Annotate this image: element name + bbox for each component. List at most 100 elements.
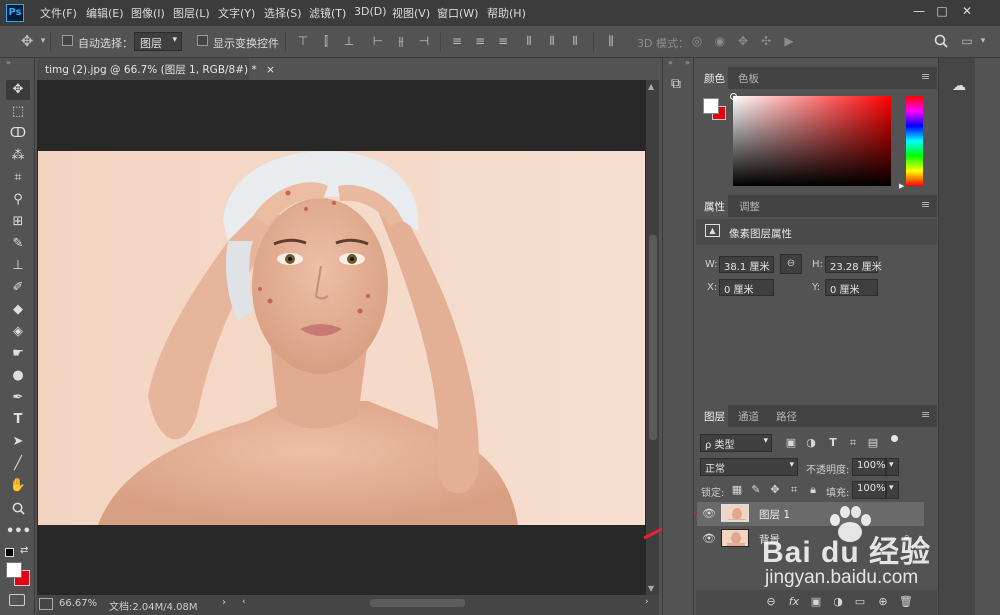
- maximize-button[interactable]: □: [931, 2, 953, 20]
- more-tools-icon[interactable]: •••: [6, 522, 31, 542]
- scroll-left-icon[interactable]: ‹: [242, 597, 246, 607]
- smudge-tool-icon[interactable]: ☛: [6, 344, 30, 364]
- history-brush-tool-icon[interactable]: ✐: [6, 278, 30, 298]
- menu-type[interactable]: 文字(Y): [218, 5, 255, 21]
- layer-row-selected[interactable]: 👁︎ 图层 1: [697, 502, 924, 526]
- tab-properties[interactable]: 属性: [704, 199, 725, 214]
- hand-tool-icon[interactable]: ✋: [6, 476, 30, 496]
- vertical-scroll-thumb[interactable]: [649, 235, 657, 440]
- chevron-down-icon[interactable]: ▾: [976, 34, 990, 48]
- picker-cursor[interactable]: [730, 93, 737, 100]
- link-icon[interactable]: ⊖: [780, 254, 802, 274]
- visibility-eye-icon[interactable]: 👁︎: [702, 507, 716, 521]
- fx-icon[interactable]: fx: [787, 595, 801, 609]
- expand-icon[interactable]: «: [668, 58, 673, 67]
- search-icon[interactable]: [934, 34, 948, 48]
- show-transform-checkbox[interactable]: [197, 35, 208, 46]
- align-left-icon[interactable]: ⊢: [371, 34, 385, 48]
- distribute-left-icon[interactable]: ⦀: [522, 34, 536, 48]
- adjustment-layer-icon[interactable]: ◑: [831, 595, 845, 609]
- type-tool-icon[interactable]: T: [6, 410, 30, 430]
- panel-menu-icon[interactable]: ≡: [921, 199, 933, 211]
- link-layers-icon[interactable]: ⊖: [764, 595, 778, 609]
- marquee-tool-icon[interactable]: ⬚: [6, 102, 30, 122]
- filter-adjustment-icon[interactable]: ◑: [804, 436, 818, 450]
- layer-name[interactable]: 图层 1: [759, 507, 790, 522]
- filter-shape-icon[interactable]: ⌗: [846, 436, 860, 450]
- panel-menu-icon[interactable]: ≡: [921, 409, 933, 421]
- scroll-down-icon[interactable]: ▼: [648, 584, 654, 593]
- filter-toggle-icon[interactable]: [891, 435, 898, 442]
- opacity-chevron-icon[interactable]: ▾: [886, 458, 899, 476]
- fill-input[interactable]: 100%: [852, 481, 886, 499]
- horizontal-scroll-thumb[interactable]: [370, 599, 465, 607]
- zoom-tool-icon[interactable]: [6, 498, 30, 518]
- line-tool-icon[interactable]: ╱: [6, 454, 30, 474]
- lasso-tool-icon[interactable]: ↀ: [6, 124, 30, 144]
- close-button[interactable]: ✕: [956, 2, 978, 20]
- minimize-button[interactable]: —: [908, 2, 930, 20]
- crop-tool-icon[interactable]: ⌗: [6, 168, 30, 188]
- x-input[interactable]: 0 厘米: [719, 279, 774, 296]
- auto-select-checkbox[interactable]: [62, 35, 73, 46]
- menu-layer[interactable]: 图层(L): [173, 5, 210, 21]
- menu-3d[interactable]: 3D(D): [354, 5, 387, 18]
- 3d-orbit-icon[interactable]: ◎: [690, 34, 704, 48]
- move-tool-icon[interactable]: ✥: [20, 34, 34, 49]
- chevron-right-icon[interactable]: ›: [222, 597, 226, 608]
- swap-colors-icon[interactable]: ⇄: [20, 545, 28, 556]
- auto-select-dropdown[interactable]: 图层 ▾: [134, 32, 182, 51]
- 3d-scale-icon[interactable]: ▶: [782, 34, 796, 48]
- tab-swatches[interactable]: 色板: [738, 71, 759, 86]
- paint-bucket-tool-icon[interactable]: ◈: [6, 322, 30, 342]
- tab-channels[interactable]: 通道: [738, 409, 759, 424]
- filter-type-icon[interactable]: T: [826, 436, 840, 450]
- fill-chevron-icon[interactable]: ▾: [886, 481, 899, 499]
- default-colors-icon[interactable]: [5, 548, 14, 557]
- document-info[interactable]: 文档:2.04M/4.08M: [109, 598, 198, 613]
- eraser-tool-icon[interactable]: ◆: [6, 300, 30, 320]
- layer-filter-dropdown[interactable]: ρ 类型 ▾: [700, 434, 772, 452]
- menu-window[interactable]: 窗口(W): [437, 5, 478, 21]
- color-picker-field[interactable]: [730, 93, 891, 186]
- y-input[interactable]: 0 厘米: [825, 279, 878, 296]
- 3d-pan-icon[interactable]: ✥: [736, 34, 750, 48]
- lock-all-icon[interactable]: 🔒︎: [806, 483, 820, 497]
- close-tab-icon[interactable]: ×: [266, 64, 275, 76]
- distribute-top-icon[interactable]: ≡: [450, 34, 464, 48]
- align-vcenter-icon[interactable]: ⫿: [319, 34, 333, 48]
- tab-paths[interactable]: 路径: [776, 409, 797, 424]
- menu-view[interactable]: 视图(V): [392, 5, 430, 21]
- tab-layers[interactable]: 图层: [704, 409, 725, 424]
- scroll-up-icon[interactable]: ▲: [648, 82, 654, 91]
- 3d-slide-icon[interactable]: ✣: [759, 34, 773, 48]
- lock-position-icon[interactable]: ✥: [768, 483, 782, 497]
- distribute-right-icon[interactable]: ⦀: [568, 34, 582, 48]
- libraries-icon[interactable]: ☁: [948, 78, 970, 94]
- menu-filter[interactable]: 滤镜(T): [309, 5, 346, 21]
- move-tool-icon[interactable]: ✥: [6, 80, 30, 100]
- tab-color[interactable]: 颜色: [704, 71, 725, 86]
- tab-adjustments[interactable]: 调整: [739, 199, 760, 214]
- healing-brush-tool-icon[interactable]: ⊞: [6, 212, 30, 232]
- width-input[interactable]: 38.1 厘米: [719, 256, 774, 273]
- brush-tool-icon[interactable]: ✎: [6, 234, 30, 254]
- hue-slider-handle-icon[interactable]: ▶: [899, 182, 904, 190]
- height-input[interactable]: 23.28 厘米: [825, 256, 882, 273]
- add-mask-icon[interactable]: ▣: [809, 595, 823, 609]
- menu-help[interactable]: 帮助(H): [487, 5, 526, 21]
- fg-color-swatch[interactable]: [703, 98, 719, 114]
- history-panel-icon[interactable]: ⧉: [671, 76, 681, 92]
- align-top-icon[interactable]: ⊤: [296, 34, 310, 48]
- menu-select[interactable]: 选择(S): [264, 5, 302, 21]
- visibility-eye-icon[interactable]: 👁︎: [702, 532, 716, 546]
- blend-mode-dropdown[interactable]: 正常 ▾: [700, 458, 798, 476]
- auto-align-icon[interactable]: ⫼: [604, 34, 618, 48]
- collapse-icon[interactable]: »: [6, 58, 11, 67]
- 3d-roll-icon[interactable]: ◉: [713, 34, 727, 48]
- filter-pixel-icon[interactable]: ▣: [784, 436, 798, 450]
- quick-select-tool-icon[interactable]: ⁂: [6, 146, 30, 166]
- panel-menu-icon[interactable]: ≡: [921, 71, 933, 83]
- stamp-tool-icon[interactable]: ⊥: [6, 256, 30, 276]
- delete-layer-icon[interactable]: 🗑︎: [899, 595, 913, 609]
